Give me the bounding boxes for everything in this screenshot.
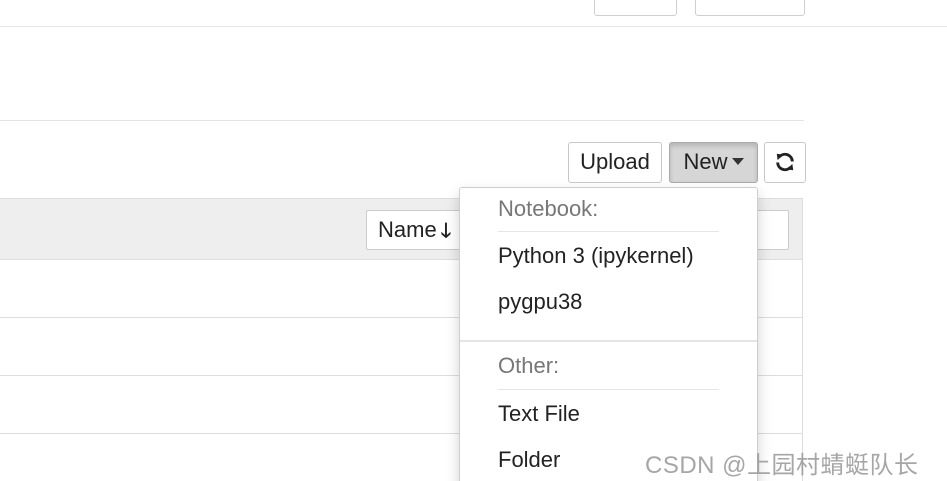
jupyter-file-browser: Upload New Name🡓 ze Notebook: Python 3 (… (0, 0, 947, 481)
menu-section-divider (460, 340, 757, 342)
menu-item-python3-ipykernel[interactable]: Python 3 (ipykernel) (498, 243, 694, 269)
header-button-left[interactable] (594, 0, 677, 16)
csdn-watermark: CSDN @上园村蜻蜓队长 (645, 452, 919, 479)
other-section-header: Other: (498, 353, 560, 378)
notebook-section-header: Notebook: (498, 196, 599, 221)
refresh-button[interactable] (764, 142, 806, 183)
header-divider (0, 26, 947, 27)
caret-down-icon (731, 158, 744, 166)
upload-button[interactable]: Upload (568, 142, 662, 183)
menu-item-folder[interactable]: Folder (498, 447, 560, 473)
menu-item-pygpu38[interactable]: pygpu38 (498, 289, 582, 315)
new-dropdown-menu: Notebook: Python 3 (ipykernel) pygpu38 O… (459, 187, 758, 481)
refresh-icon (776, 152, 794, 172)
arrow-down-icon: 🡓 (440, 220, 452, 242)
new-dropdown-button[interactable]: New (669, 142, 758, 183)
notebook-header-divider (498, 231, 719, 232)
tabs-divider (0, 120, 804, 121)
menu-item-text-file[interactable]: Text File (498, 401, 580, 427)
sort-name-label: Name (378, 217, 437, 242)
header-button-right[interactable] (695, 0, 805, 16)
new-button-label: New (683, 149, 728, 174)
other-header-divider (498, 389, 719, 390)
